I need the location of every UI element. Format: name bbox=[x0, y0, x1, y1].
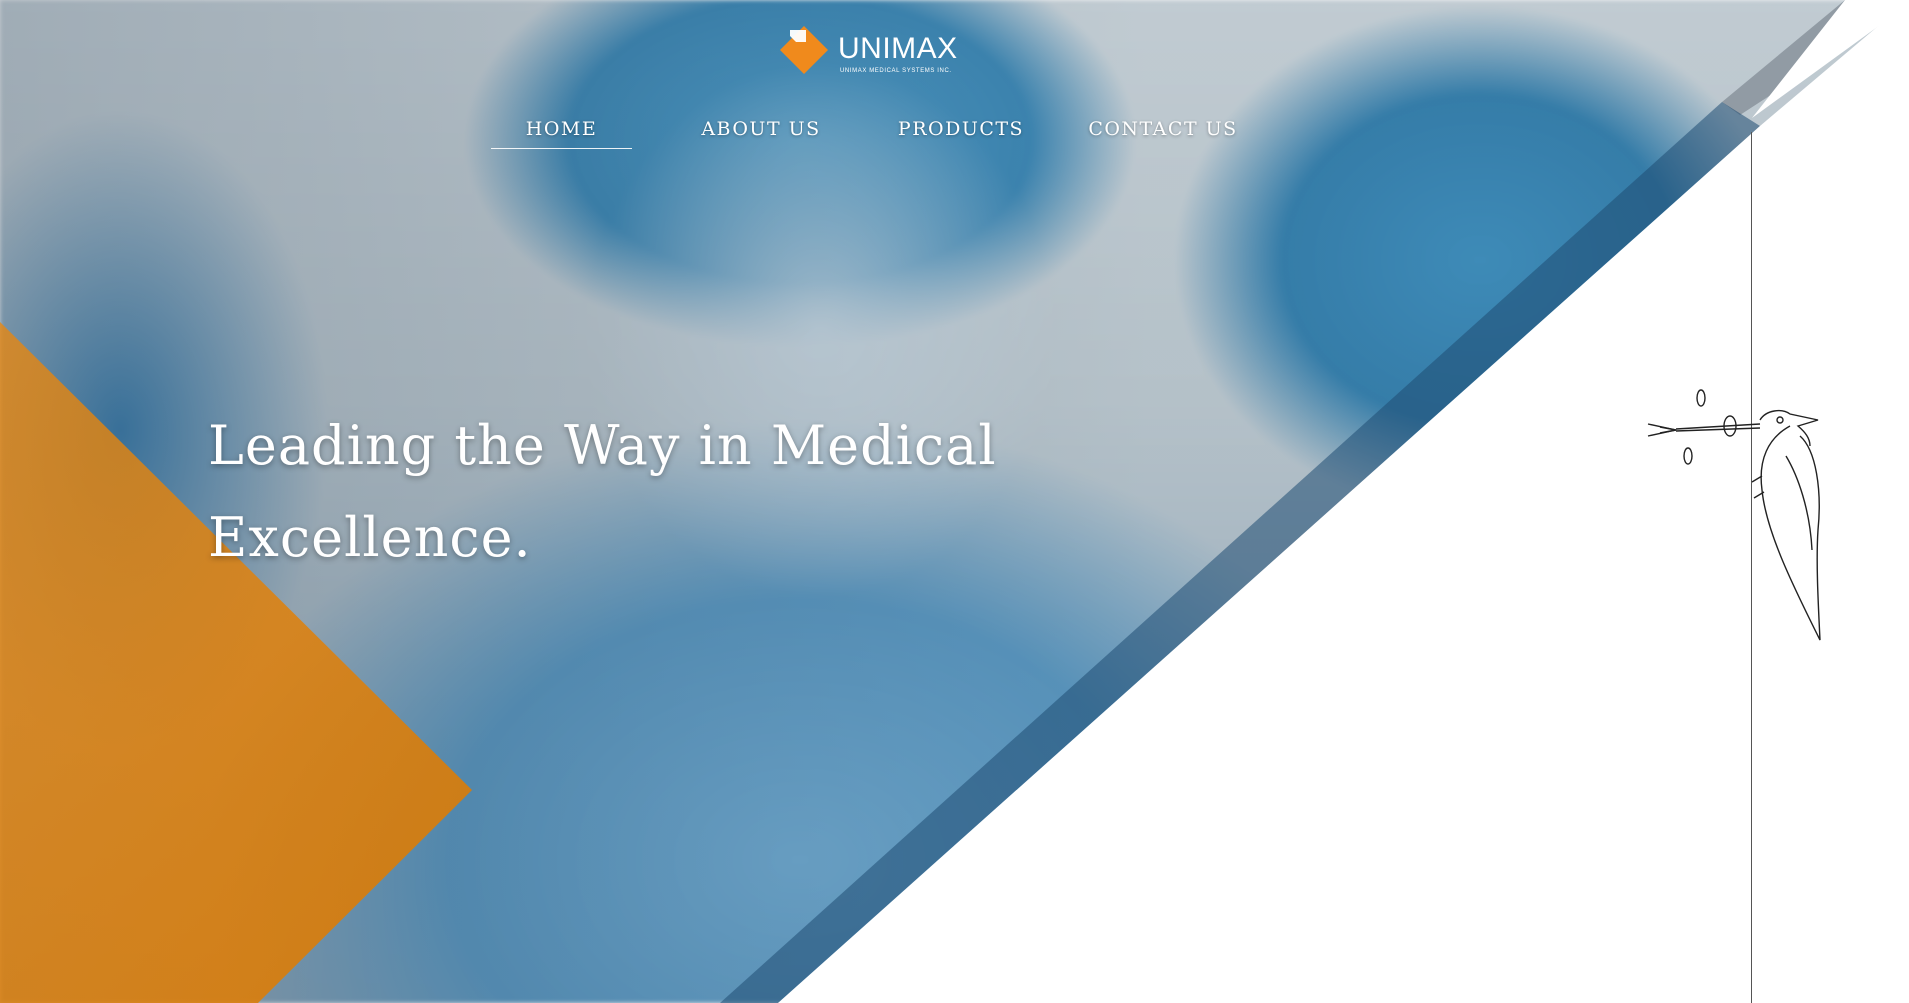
brand-tagline: UNIMAX MEDICAL SYSTEMS INC. bbox=[840, 68, 952, 74]
nav-contact-us[interactable]: CONTACT US bbox=[1088, 112, 1238, 148]
nav-products[interactable]: PRODUCTS bbox=[895, 112, 1027, 148]
hero-headline-line-2: Excellence. bbox=[208, 506, 532, 569]
brand-name: UNIMAX bbox=[838, 32, 958, 65]
woodpecker-endoscope-icon bbox=[1647, 389, 1821, 641]
nav-about-us[interactable]: ABOUT US bbox=[700, 112, 822, 148]
unimax-logo-icon bbox=[780, 26, 828, 74]
nav-home[interactable]: HOME bbox=[491, 112, 632, 149]
brand-logo[interactable]: UNIMAX UNIMAX MEDICAL SYSTEMS INC. bbox=[776, 22, 958, 80]
page: UNIMAX UNIMAX MEDICAL SYSTEMS INC. HOME … bbox=[0, 0, 1909, 1003]
main-nav: HOME ABOUT US PRODUCTS CONTACT US bbox=[0, 112, 1909, 152]
hero-headline: Leading the Way in Medical Excellence. bbox=[208, 400, 1008, 584]
hero-headline-line-1: Leading the Way in Medical bbox=[208, 414, 997, 477]
